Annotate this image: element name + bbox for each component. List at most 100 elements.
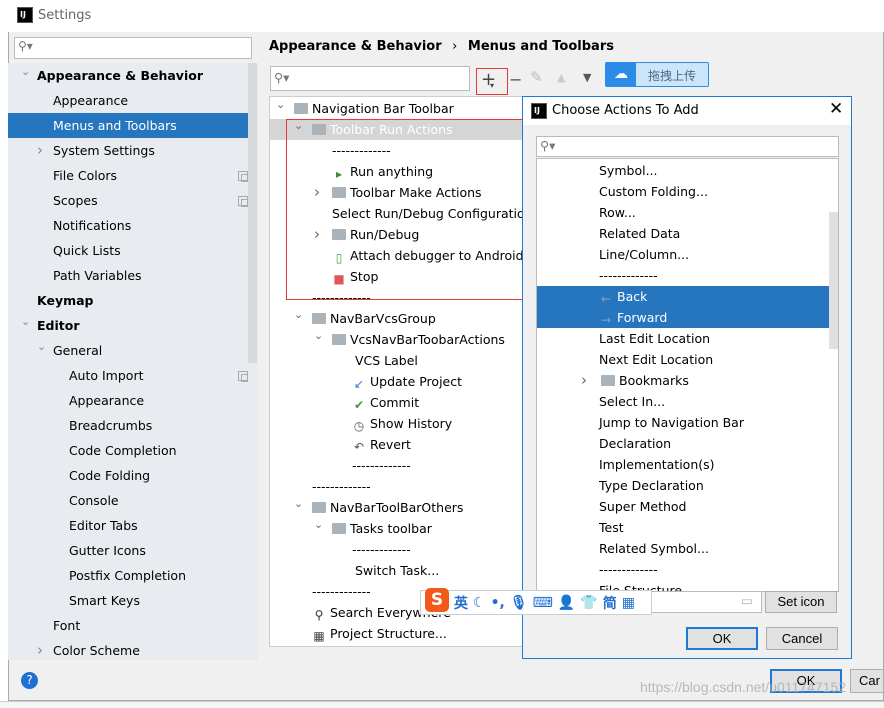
ok-button[interactable]: OK	[770, 669, 842, 693]
list-scrollbar-thumb[interactable]	[829, 212, 838, 349]
move-up-icon[interactable]: ▲	[557, 71, 565, 84]
tree-node[interactable]: ⌄ Tasks toolbar	[270, 518, 523, 539]
tree-node[interactable]: ⌄ VcsNavBarToobarActions	[270, 329, 523, 350]
tree-node[interactable]: ■ Stop	[270, 266, 523, 287]
tree-node[interactable]: -------------	[270, 287, 523, 308]
sidebar-item[interactable]: Code Completion	[8, 438, 248, 463]
tree-search-input[interactable]: ⚲▾	[270, 66, 470, 91]
action-list-item[interactable]: Related Symbol...	[537, 538, 829, 559]
sidebar-item[interactable]: Breadcrumbs	[8, 413, 248, 438]
edit-icon[interactable]: ✎	[530, 68, 543, 86]
sidebar-item[interactable]: Editor Tabs	[8, 513, 248, 538]
action-list-item[interactable]: → Forward	[537, 307, 829, 328]
tree-node[interactable]: ↶ Revert	[270, 434, 523, 455]
action-list-item[interactable]: Test	[537, 517, 829, 538]
action-list-item[interactable]: Custom Folding...	[537, 181, 829, 202]
dialog-search-input[interactable]: ⚲▾	[536, 136, 839, 157]
sidebar-item[interactable]: Smart Keys	[8, 588, 248, 613]
tree-node[interactable]: -------------	[270, 140, 523, 161]
action-list-item[interactable]: ← Back	[537, 286, 829, 307]
chevron-down-icon[interactable]: ⌄	[37, 334, 46, 359]
sidebar-item[interactable]: Path Variables	[8, 263, 248, 288]
tree-node[interactable]: ▸ Run anything	[270, 161, 523, 182]
action-list-item[interactable]: -------------	[537, 265, 829, 286]
tree-node[interactable]: ⌄ NavBarVcsGroup	[270, 308, 523, 329]
tree-node[interactable]: ▦ Project Structure...	[270, 623, 523, 644]
action-list-item[interactable]: Select In...	[537, 391, 829, 412]
help-icon[interactable]: ?	[21, 672, 38, 689]
action-list-item[interactable]: -------------	[537, 559, 829, 580]
chevron-down-icon[interactable]: ⌄	[314, 325, 323, 346]
tree-node[interactable]: Switch Task...	[270, 560, 523, 581]
chevron-down-icon[interactable]: ⌄	[294, 115, 303, 136]
set-icon-button[interactable]: Set icon	[765, 591, 837, 613]
chevron-right-icon[interactable]: ›	[314, 224, 320, 245]
sidebar-item[interactable]: ⌄ Appearance & Behavior	[8, 63, 248, 88]
sidebar-item[interactable]: Appearance	[8, 88, 248, 113]
microphone-icon[interactable]: 🎙	[510, 595, 528, 611]
grid-icon[interactable]: ▦	[622, 595, 635, 611]
action-list-item[interactable]: Line/Column...	[537, 244, 829, 265]
chevron-down-icon[interactable]: ⌄	[21, 59, 30, 84]
tree-node[interactable]: -------------	[270, 455, 523, 476]
skin-icon[interactable]: 👕	[580, 595, 597, 611]
tree-node[interactable]: ✔ Commit	[270, 392, 523, 413]
sidebar-scrollbar[interactable]	[248, 63, 258, 659]
action-list-item[interactable]: Jump to Navigation Bar	[537, 412, 829, 433]
action-list-item[interactable]: › Bookmarks	[537, 370, 829, 391]
tree-node[interactable]: Select Run/Debug Configuration	[270, 203, 533, 224]
tree-node[interactable]: ⌄ Navigation Bar Toolbar	[270, 98, 523, 119]
tree-node[interactable]: ▯ Attach debugger to Android p	[270, 245, 536, 266]
moon-icon[interactable]: ☾	[473, 595, 486, 611]
sidebar-item[interactable]: Quick Lists	[8, 238, 248, 263]
chevron-down-icon[interactable]: ⌄	[21, 309, 30, 334]
simplified-toggle[interactable]: 简	[603, 593, 617, 613]
sidebar-item[interactable]: ⌄ General	[8, 338, 248, 363]
cancel-button[interactable]: Car	[850, 669, 884, 693]
chevron-down-icon[interactable]: ⌄	[294, 493, 303, 514]
folder-browse-icon[interactable]: ▭	[741, 593, 753, 608]
action-list-item[interactable]: Type Declaration	[537, 475, 829, 496]
sidebar-item[interactable]: Scopes	[8, 188, 249, 213]
sidebar-item[interactable]: Notifications	[8, 213, 248, 238]
add-action-button[interactable]: + ▾	[476, 68, 508, 95]
upload-button[interactable]: ☁ 拖拽上传	[605, 62, 709, 87]
tree-node[interactable]: › Toolbar Make Actions	[270, 182, 523, 203]
sidebar-item[interactable]: Appearance	[8, 388, 248, 413]
sidebar-item[interactable]: Font	[8, 613, 248, 638]
chevron-right-icon[interactable]: ›	[37, 638, 43, 663]
dialog-ok-button[interactable]: OK	[686, 627, 758, 650]
sidebar-search-input[interactable]: ⚲▾	[14, 37, 252, 59]
action-list-item[interactable]: Symbol...	[537, 160, 829, 181]
ime-language-toggle[interactable]: 英	[454, 593, 468, 613]
move-down-icon[interactable]: ▼	[583, 71, 591, 84]
chevron-right-icon[interactable]: ›	[37, 138, 43, 163]
tree-node[interactable]: VCS Label	[270, 350, 523, 371]
sidebar-item[interactable]: › System Settings	[8, 138, 248, 163]
sidebar-item[interactable]: › Color Scheme	[8, 638, 248, 663]
sidebar-item[interactable]: Menus and Toolbars	[8, 113, 248, 138]
breadcrumb-parent[interactable]: Appearance & Behavior	[269, 39, 442, 54]
action-list-item[interactable]: Row...	[537, 202, 829, 223]
dialog-cancel-button[interactable]: Cancel	[766, 627, 838, 650]
sidebar-scrollbar-thumb[interactable]	[248, 63, 257, 363]
action-list-item[interactable]: Related Data	[537, 223, 829, 244]
sidebar-item[interactable]: Keymap	[8, 288, 248, 313]
action-list-item[interactable]: Next Edit Location	[537, 349, 829, 370]
tree-node[interactable]: -------------	[270, 476, 523, 497]
punctuation-icon[interactable]: •,	[491, 595, 505, 611]
sidebar-item[interactable]: Gutter Icons	[8, 538, 248, 563]
tree-node[interactable]: ◷ Show History	[270, 413, 523, 434]
tree-node[interactable]: ⌄ Toolbar Run Actions	[270, 119, 523, 140]
action-list-item[interactable]: Implementation(s)	[537, 454, 829, 475]
sidebar-item[interactable]: Auto Import	[8, 363, 249, 388]
action-list-item[interactable]: Last Edit Location	[537, 328, 829, 349]
close-icon[interactable]: ✕	[829, 99, 843, 119]
action-list-item[interactable]: Super Method	[537, 496, 829, 517]
chevron-right-icon[interactable]: ›	[314, 182, 320, 203]
tree-node[interactable]: ↙ Update Project	[270, 371, 523, 392]
sidebar-item[interactable]: Console	[8, 488, 248, 513]
user-icon[interactable]: 👤	[558, 595, 575, 611]
chevron-right-icon[interactable]: ›	[581, 370, 587, 391]
tree-node[interactable]: -------------	[270, 539, 523, 560]
